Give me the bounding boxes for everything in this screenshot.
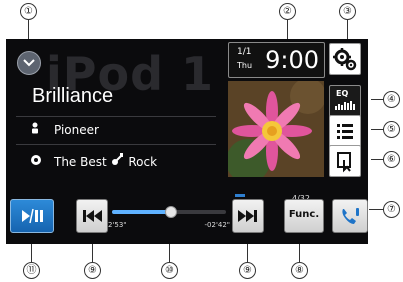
callout-2: ② <box>279 3 296 20</box>
eq-icon <box>335 101 355 110</box>
browse-button[interactable] <box>329 145 361 177</box>
progress-fill <box>112 210 172 214</box>
progress-knob[interactable] <box>165 206 178 218</box>
settings-button[interactable] <box>329 43 361 75</box>
callout-1: ① <box>20 3 37 20</box>
previous-track-icon <box>83 210 102 222</box>
leader-4 <box>371 99 383 100</box>
next-track-button[interactable] <box>232 199 264 233</box>
album-row: The Best Rock <box>30 152 157 169</box>
album-suffix: Rock <box>128 155 158 169</box>
function-button[interactable]: Func. <box>284 199 324 233</box>
remaining-time: -02'42" <box>204 221 230 229</box>
clock-day: Thu <box>237 61 253 70</box>
elapsed-time: 2'53" <box>108 221 127 229</box>
gear-icon <box>333 48 357 71</box>
callout-9a: ⑨ <box>84 262 101 279</box>
eq-button[interactable]: EQ <box>329 85 361 117</box>
callout-8: ⑧ <box>291 262 308 279</box>
song-title: Brilliance <box>32 85 114 107</box>
artist-name: Pioneer <box>54 123 99 137</box>
callout-9b: ⑨ <box>239 262 256 279</box>
transport-bar: 4/32 2'53" -02'42" <box>6 194 368 244</box>
play-pause-button[interactable] <box>10 199 54 233</box>
album-name: The Best <box>54 155 107 169</box>
leader-9a <box>92 244 93 262</box>
leader-8 <box>299 244 300 262</box>
divider-1 <box>16 116 216 117</box>
callout-3: ③ <box>339 3 356 20</box>
progress-bar[interactable]: 2'53" -02'42" <box>108 199 230 231</box>
previous-track-button[interactable] <box>76 199 108 233</box>
artist-row: Pioneer <box>30 122 99 137</box>
phone-icon <box>342 208 359 224</box>
divider-2 <box>16 144 216 145</box>
leader-7 <box>369 209 383 210</box>
clock-date: 1/1 <box>237 47 252 57</box>
leader-5 <box>371 129 383 130</box>
callout-4: ④ <box>383 91 400 108</box>
leader-11 <box>31 244 32 262</box>
guitar-icon <box>111 153 129 169</box>
leader-6 <box>371 159 383 160</box>
disc-icon <box>30 154 46 169</box>
player-screen: iPod 1 1/1 Thu 9:00 Brilliance Pioneer T… <box>6 39 368 244</box>
list-icon <box>337 124 353 139</box>
phone-button[interactable] <box>332 199 368 233</box>
callout-11: ⑪ <box>23 262 40 279</box>
album-artwork <box>228 81 324 177</box>
chevron-down-icon <box>23 59 35 67</box>
list-button[interactable] <box>329 115 361 147</box>
play-pause-icon <box>22 208 43 224</box>
callout-5: ⑤ <box>383 121 400 138</box>
leader-10 <box>169 244 170 262</box>
source-menu-button[interactable] <box>17 51 41 75</box>
position-marker <box>235 194 245 197</box>
leader-9b <box>247 244 248 262</box>
next-track-icon <box>238 210 257 222</box>
callout-7: ⑦ <box>383 201 400 218</box>
callout-10: ⑩ <box>161 262 178 279</box>
callout-6: ⑥ <box>383 151 400 168</box>
clock-time: 9:00 <box>265 46 319 74</box>
function-label: Func. <box>288 209 320 220</box>
person-icon <box>30 122 46 137</box>
browse-icon <box>337 152 351 173</box>
clock-display[interactable]: 1/1 Thu 9:00 <box>228 42 325 78</box>
